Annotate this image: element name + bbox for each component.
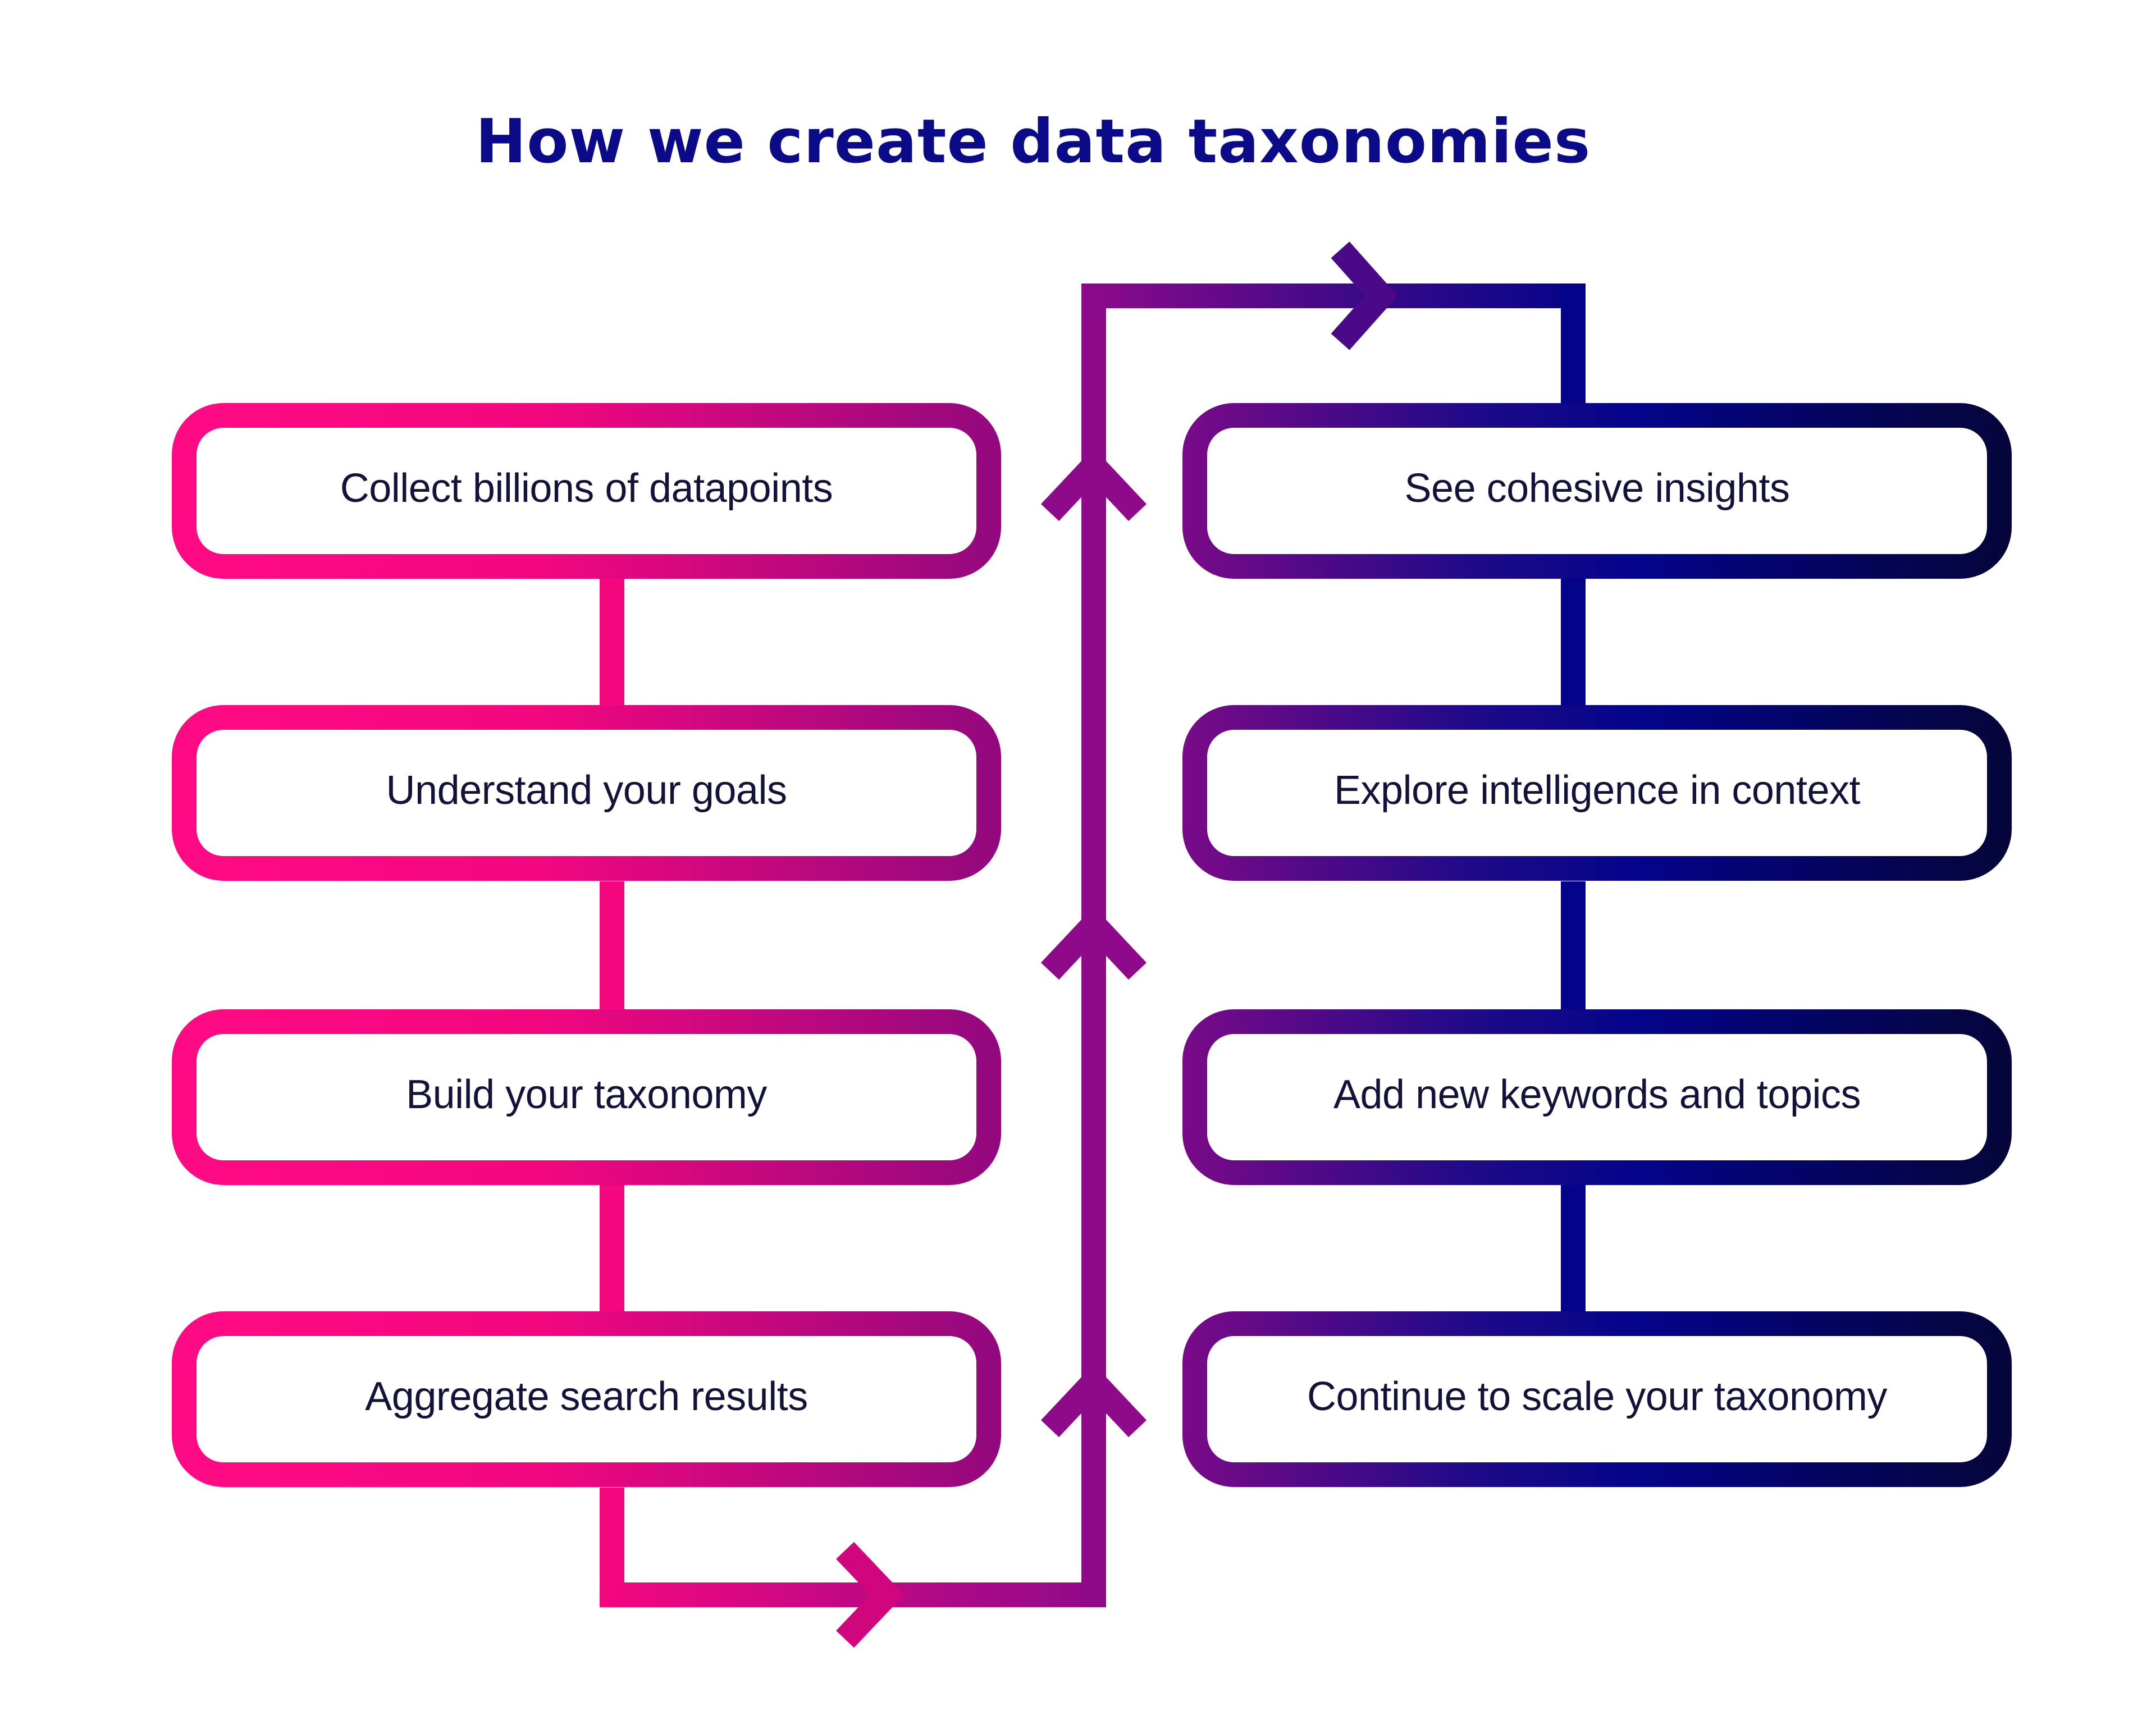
flow-diagram <box>172 241 2012 1648</box>
top-flow-line <box>1081 283 1584 308</box>
left-step-boxes <box>172 403 1001 1487</box>
connector-left-1-2 <box>600 579 624 706</box>
connector-left-3-4 <box>600 1185 624 1312</box>
step-label-right-1: See cohesive insights <box>1404 465 1790 511</box>
page-title: How we create data taxonomies <box>475 107 1591 177</box>
connector-right-1-2 <box>1561 579 1586 706</box>
step-label-left-1: Collect billions of datapoints <box>340 465 833 511</box>
step-label-right-3: Add new keywords and topics <box>1333 1072 1861 1117</box>
step-label-right-2: Explore intelligence in context <box>1333 767 1861 813</box>
step-label-left-3: Build your taxonomy <box>406 1072 767 1117</box>
connector-right-top-1 <box>1561 283 1586 404</box>
bottom-flow-line <box>600 1582 1104 1607</box>
step-label-right-4: Continue to scale your taxonomy <box>1307 1374 1888 1419</box>
step-label-left-2: Understand your goals <box>386 767 787 813</box>
connector-right-3-4 <box>1561 1185 1586 1312</box>
step-label-left-4: Aggregate search results <box>365 1374 808 1419</box>
connector-right-2-3 <box>1561 881 1586 1009</box>
right-step-boxes <box>1182 403 2012 1487</box>
connector-left-2-3 <box>600 881 624 1009</box>
